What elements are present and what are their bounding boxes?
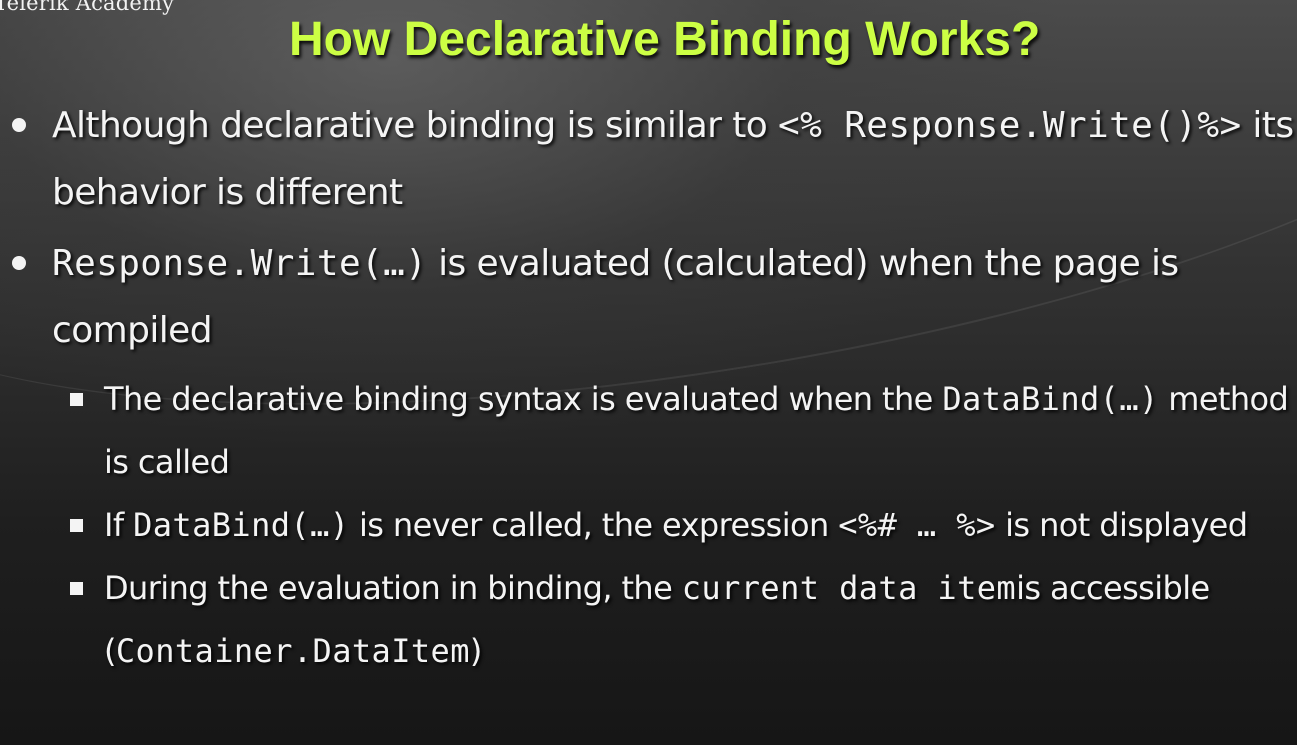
slide-title: How Declarative Binding Works? (289, 13, 1041, 66)
inline-code: current data item (681, 569, 1017, 607)
inline-code: DataBind(…) (133, 506, 350, 544)
inline-code: Container.DataItem (115, 632, 470, 670)
sub-bullet-text: ) (469, 632, 482, 670)
inline-code: Response.Write(…) (52, 243, 428, 284)
bullet-dot-icon (12, 118, 26, 132)
sub-bullet-item: During the evaluation in binding, the cu… (0, 557, 1297, 683)
slide: Telerik Academy How Declarative Binding … (0, 0, 1297, 745)
inline-code: <%# … %> (838, 506, 996, 544)
inline-code: <% Response.Write()%> (778, 105, 1242, 146)
bullet-item: Response.Write(…) is evaluated (calculat… (0, 230, 1297, 364)
sub-bullet-item: If DataBind(…) is never called, the expr… (0, 494, 1297, 557)
bullet-text: Although declarative binding is similar … (52, 105, 778, 146)
sub-bullet-text: is never called, the expression (349, 506, 839, 544)
bullet-list: Although declarative binding is similar … (0, 92, 1297, 683)
sub-bullet-item: The declarative binding syntax is evalua… (0, 368, 1297, 494)
sub-bullet-text: During the evaluation in binding, the (104, 569, 682, 607)
square-bullet-icon (70, 519, 83, 532)
sub-bullet-text: If (104, 506, 134, 544)
bullet-item: Although declarative binding is similar … (0, 92, 1297, 226)
logo: Telerik Academy (0, 0, 175, 15)
square-bullet-icon (70, 393, 83, 406)
sub-bullet-text: is not displayed (995, 506, 1248, 544)
sub-bullet-text: The declarative binding syntax is evalua… (104, 380, 943, 418)
square-bullet-icon (70, 582, 83, 595)
bullet-dot-icon (12, 256, 26, 270)
inline-code: DataBind(…) (942, 380, 1159, 418)
